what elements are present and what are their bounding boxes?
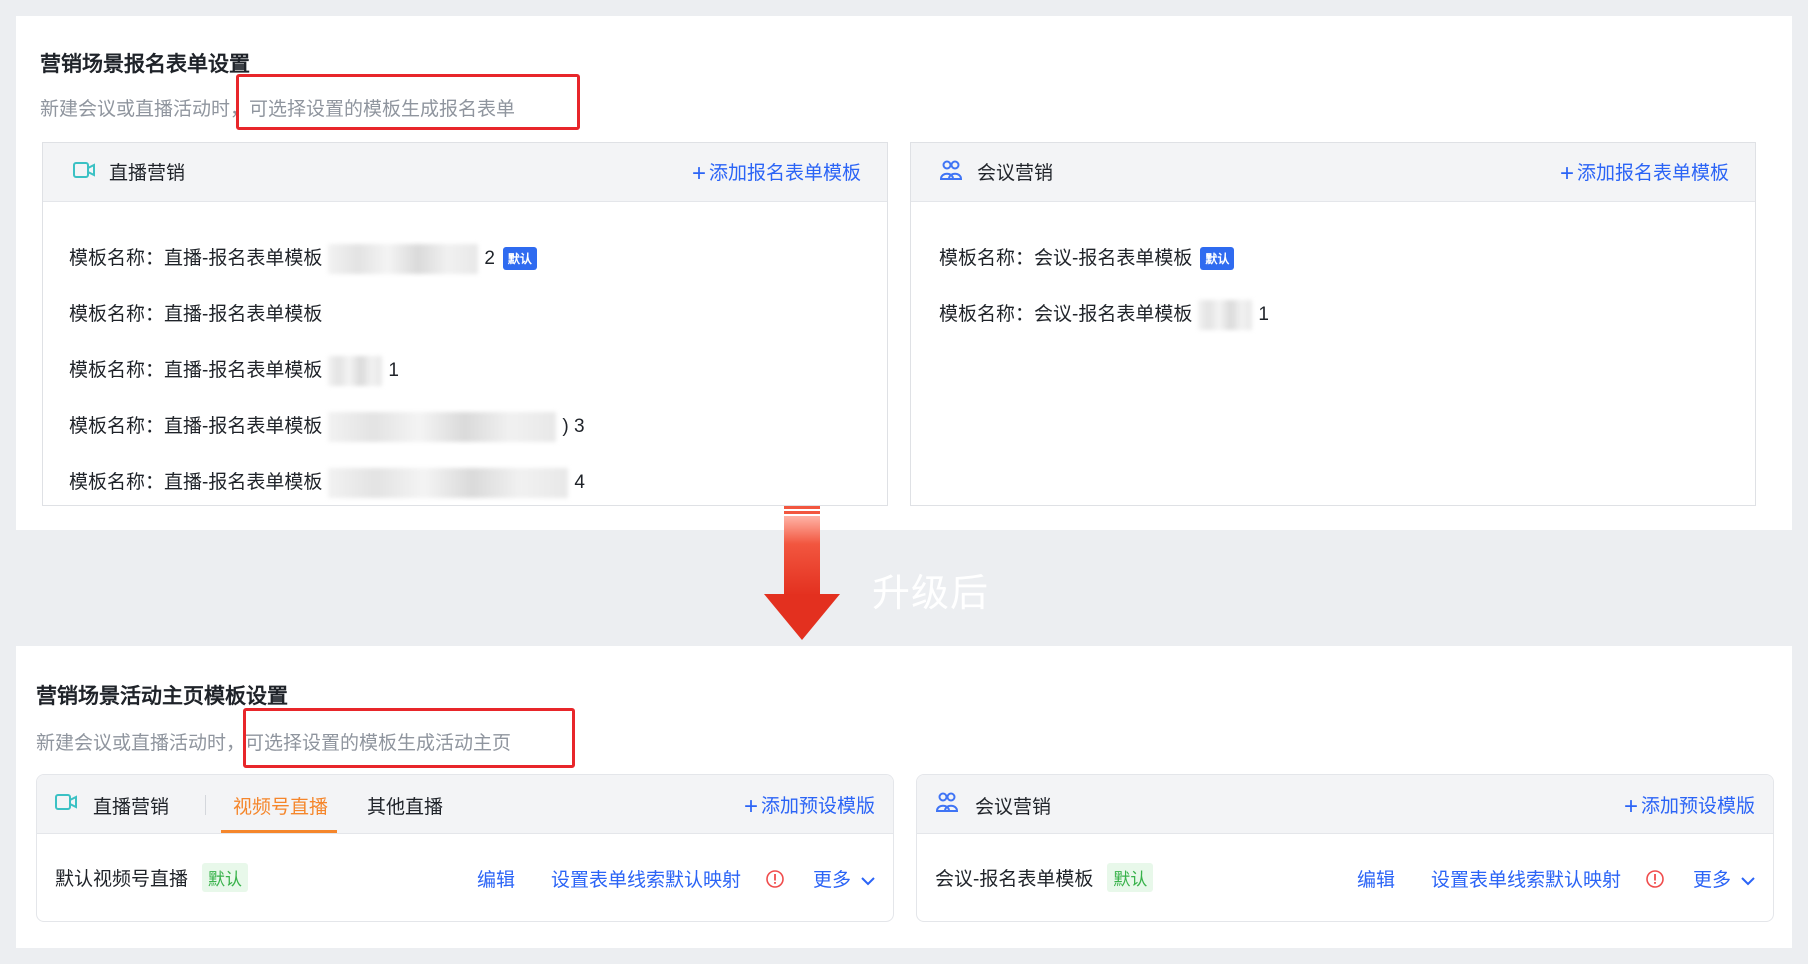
- card-header: 会议营销 + 添加报名表单模板: [911, 143, 1755, 202]
- mapping-link[interactable]: 设置表单线索默认映射: [551, 865, 741, 892]
- active-tab-indicator: [221, 830, 337, 833]
- live-marketing-card: 直播营销 视频号直播 其他直播 + 添加预设模版 默认视频号直播 默认 编辑 设置表…: [36, 774, 894, 922]
- video-camera-icon: [73, 161, 95, 184]
- redacted-text: [328, 467, 569, 498]
- default-badge: 默认: [1200, 247, 1235, 271]
- meeting-users-icon: [935, 791, 959, 820]
- card-title: 会议营销: [977, 163, 1054, 184]
- activity-homepage-settings-panel: 营销场景活动主页模板设置 新建会议或直播活动时，可选择设置的模板生成活动主页 直…: [16, 646, 1792, 948]
- card-header: 直播营销 视频号直播 其他直播 + 添加预设模版: [37, 775, 893, 834]
- chevron-down-icon: [861, 877, 876, 886]
- more-dropdown[interactable]: 更多: [1693, 865, 1756, 892]
- divider: [205, 795, 206, 815]
- list-item[interactable]: 模板名称：会议-报名表单模板 默认: [939, 243, 1235, 271]
- default-badge: 默认: [1107, 863, 1154, 892]
- list-item: 会议-报名表单模板 默认: [935, 863, 1154, 892]
- mapping-link[interactable]: 设置表单线索默认映射: [1431, 865, 1621, 892]
- card-title: 直播营销: [109, 163, 186, 184]
- video-camera-icon: [55, 793, 77, 816]
- default-badge: 默认: [502, 247, 537, 271]
- card-title: 直播营销: [93, 797, 170, 818]
- list-item[interactable]: 模板名称：直播-报名表单模板) 3: [69, 411, 585, 442]
- warning-circle-icon[interactable]: [765, 869, 785, 894]
- plus-icon: +: [1559, 160, 1574, 187]
- section-title: 营销场景报名表单设置: [40, 53, 250, 76]
- card-header: 直播营销 + 添加报名表单模板: [43, 143, 887, 202]
- edit-link[interactable]: 编辑: [1357, 865, 1395, 892]
- edit-link[interactable]: 编辑: [477, 865, 515, 892]
- list-item[interactable]: 模板名称：直播-报名表单模板 4: [69, 467, 585, 498]
- redacted-text: [1198, 299, 1253, 330]
- highlight-box: [236, 74, 580, 130]
- redacted-text: [328, 355, 383, 386]
- default-badge: 默认: [202, 863, 249, 892]
- plus-icon: +: [1623, 793, 1638, 820]
- add-template-button[interactable]: + 添加报名表单模板: [1559, 158, 1729, 187]
- highlight-box: [243, 708, 575, 768]
- list-item[interactable]: 模板名称：直播-报名表单模板: [69, 299, 322, 326]
- meeting-marketing-card: 会议营销 + 添加预设模版 会议-报名表单模板 默认 编辑 设置表单线索默认映射 更…: [916, 774, 1774, 922]
- down-arrow-icon: [760, 504, 844, 647]
- warning-circle-icon[interactable]: [1645, 869, 1665, 894]
- section-title: 营销场景活动主页模板设置: [36, 685, 288, 708]
- card-header: 会议营销 + 添加预设模版: [917, 775, 1773, 834]
- upgrade-label: 升级后: [872, 573, 990, 615]
- add-preset-button[interactable]: + 添加预设模版: [1623, 791, 1755, 820]
- tab-video-live[interactable]: 视频号直播: [233, 792, 328, 819]
- meeting-marketing-card: 会议营销 + 添加报名表单模板 模板名称：会议-报名表单模板 默认 模板名称：会议-…: [910, 142, 1756, 506]
- meeting-users-icon: [939, 159, 963, 188]
- list-item: 默认视频号直播 默认: [55, 863, 249, 892]
- more-dropdown[interactable]: 更多: [813, 865, 876, 892]
- plus-icon: +: [743, 793, 758, 820]
- chevron-down-icon: [1741, 877, 1756, 886]
- redacted-text: [328, 243, 479, 274]
- plus-icon: +: [691, 160, 706, 187]
- list-item[interactable]: 模板名称：直播-报名表单模板 2 默认: [69, 243, 537, 274]
- live-marketing-card: 直播营销 + 添加报名表单模板 模板名称：直播-报名表单模板 2 默认 模板名称：直播…: [42, 142, 888, 506]
- tab-other-live[interactable]: 其他直播: [367, 792, 443, 819]
- list-item[interactable]: 模板名称：直播-报名表单模板 1: [69, 355, 399, 386]
- add-template-button[interactable]: + 添加报名表单模板: [691, 158, 861, 187]
- add-preset-button[interactable]: + 添加预设模版: [743, 791, 875, 820]
- card-title: 会议营销: [975, 797, 1052, 818]
- list-item[interactable]: 模板名称：会议-报名表单模板 1: [939, 299, 1269, 330]
- redacted-text: [328, 411, 557, 442]
- registration-form-settings-panel: 营销场景报名表单设置 新建会议或直播活动时，可选择设置的模板生成报名表单 直播营…: [16, 16, 1792, 530]
